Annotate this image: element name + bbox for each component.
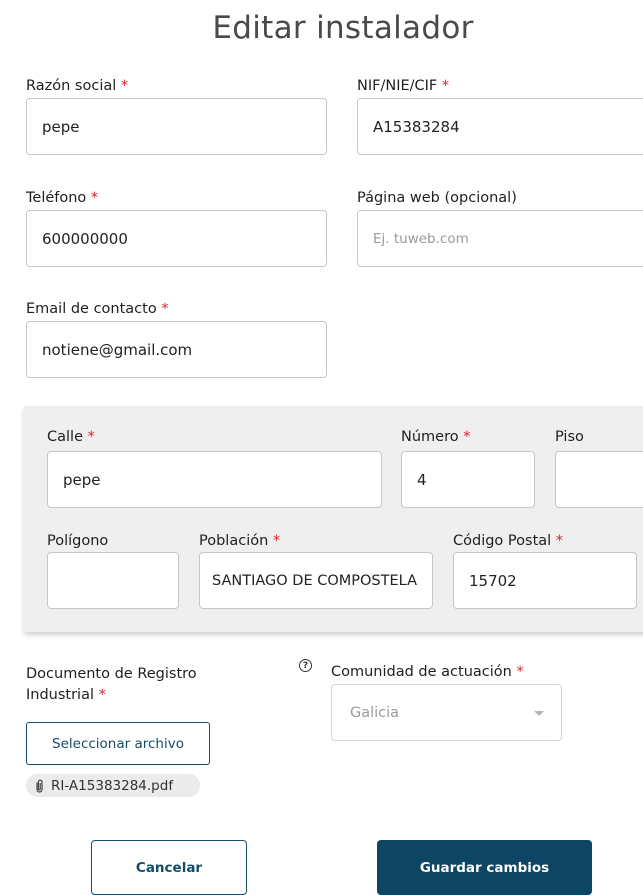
poblacion-value: SANTIAGO DE COMPOSTELA (212, 572, 417, 589)
codigo-postal-label: Código Postal * (453, 533, 563, 549)
web-placeholder: Ej. tuweb.com (373, 230, 469, 247)
telefono-label: Teléfono * (26, 190, 98, 206)
poblacion-input[interactable]: SANTIAGO DE COMPOSTELA (199, 552, 433, 609)
email-input[interactable]: notiene@gmail.com (26, 321, 327, 378)
numero-input[interactable]: 4 (401, 451, 535, 508)
comunidad-select[interactable]: Galicia (331, 684, 562, 741)
documento-label-line2: Industrial (26, 687, 95, 703)
telefono-label-text: Teléfono (26, 190, 87, 206)
calle-label-text: Calle (47, 429, 83, 445)
comunidad-label: Comunidad de actuación * (331, 664, 524, 680)
email-label-text: Email de contacto (26, 301, 157, 317)
numero-value: 4 (417, 470, 427, 489)
web-input[interactable]: Ej. tuweb.com (357, 210, 643, 267)
help-icon[interactable]: ? (299, 659, 312, 672)
save-button[interactable]: Guardar cambios (377, 840, 592, 895)
required-mark: * (98, 687, 106, 703)
codigo-postal-label-text: Código Postal (453, 533, 552, 549)
poblacion-label: Población * (199, 533, 280, 549)
cancel-button[interactable]: Cancelar (91, 840, 247, 895)
numero-label: Número * (401, 429, 470, 445)
poblacion-label-text: Población (199, 533, 269, 549)
required-mark: * (161, 301, 169, 317)
nif-input[interactable]: A15383284 (357, 98, 643, 155)
page-title: Editar instalador (212, 10, 474, 46)
numero-label-text: Número (401, 429, 459, 445)
email-label: Email de contacto * (26, 301, 169, 317)
required-mark: * (272, 533, 281, 549)
calle-value: pepe (63, 470, 101, 489)
codigo-postal-input[interactable]: 15702 (453, 552, 637, 609)
required-mark: * (516, 664, 524, 680)
poligono-label: Polígono (47, 533, 109, 549)
razon-social-label: Razón social * (26, 78, 128, 94)
telefono-input[interactable]: 600000000 (26, 210, 327, 267)
nif-label: NIF/NIE/CIF * (357, 78, 449, 94)
required-mark: * (87, 429, 95, 445)
web-label: Página web (opcional) (357, 190, 517, 206)
nif-label-text: NIF/NIE/CIF (357, 78, 438, 94)
codigo-postal-value: 15702 (469, 571, 517, 590)
razon-social-label-text: Razón social (26, 78, 117, 94)
comunidad-value: Galicia (350, 704, 400, 721)
telefono-value: 600000000 (42, 229, 128, 248)
select-file-button[interactable]: Seleccionar archivo (26, 722, 210, 765)
email-value: notiene@gmail.com (42, 340, 193, 359)
calle-input[interactable]: pepe (47, 451, 382, 508)
piso-label: Piso (555, 429, 584, 445)
required-mark: * (120, 78, 129, 94)
comunidad-label-text: Comunidad de actuación (331, 664, 512, 680)
chevron-down-icon (534, 711, 544, 716)
razon-social-input[interactable]: pepe (26, 98, 327, 155)
documento-label: Documento de Registro Industrial * (26, 664, 197, 706)
poligono-input[interactable] (47, 552, 179, 609)
required-mark: * (463, 429, 471, 445)
razon-social-value: pepe (42, 117, 80, 136)
file-chip[interactable]: RI-A15383284.pdf (26, 774, 200, 797)
required-mark: * (441, 78, 450, 94)
paperclip-icon (36, 779, 43, 793)
piso-input[interactable] (555, 451, 643, 508)
required-mark: * (90, 190, 99, 206)
required-mark: * (555, 533, 564, 549)
nif-value: A15383284 (373, 117, 460, 136)
documento-label-line1: Documento de Registro (26, 666, 197, 682)
file-name: RI-A15383284.pdf (51, 777, 174, 794)
calle-label: Calle * (47, 429, 95, 445)
